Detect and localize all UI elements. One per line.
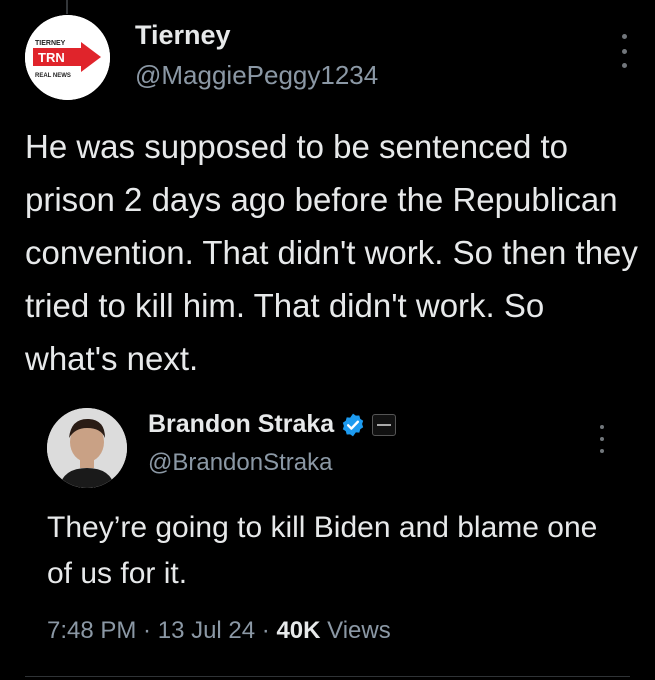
trn-logo: TIERNEY TRN REAL NEWS — [25, 15, 110, 100]
views-label: Views — [320, 617, 391, 644]
logo-bottom-text: REAL NEWS — [35, 73, 71, 79]
quote-more-horizontal-icon[interactable] — [595, 425, 609, 453]
quote-author-avatar[interactable] — [47, 408, 127, 488]
verified-badge-icon — [342, 413, 364, 436]
quote-author-row: Brandon Straka — [148, 410, 397, 439]
tweet-date[interactable]: 13 Jul 24 — [158, 617, 255, 644]
author-handle[interactable]: @MaggiePeggy1234 — [135, 60, 378, 91]
thread-connector — [66, 0, 68, 14]
views-count[interactable]: 40K — [276, 617, 320, 644]
logo-top-text: TIERNEY — [35, 40, 66, 47]
divider — [25, 676, 630, 677]
portrait-photo — [47, 408, 127, 488]
tweet-text: He was supposed to be sentenced to priso… — [25, 128, 638, 377]
meta-separator-2: · — [255, 617, 277, 644]
tweet-time[interactable]: 7:48 PM — [47, 617, 136, 644]
more-horizontal-icon[interactable] — [616, 34, 632, 68]
tweet-meta: 7:48 PM · 13 Jul 24 · 40K Views — [47, 617, 391, 645]
quote-author-handle[interactable]: @BrandonStraka — [148, 449, 332, 477]
author-name[interactable]: Tierney — [135, 20, 231, 51]
logo-mid-text: TRN — [38, 50, 65, 65]
author-avatar[interactable]: TIERNEY TRN REAL NEWS — [25, 15, 110, 100]
meta-separator: · — [136, 617, 158, 644]
quote-text: They’re going to kill Biden and blame on… — [47, 511, 598, 590]
affiliation-badge-icon[interactable] — [372, 413, 397, 436]
quote-author-name[interactable]: Brandon Straka — [148, 410, 334, 439]
